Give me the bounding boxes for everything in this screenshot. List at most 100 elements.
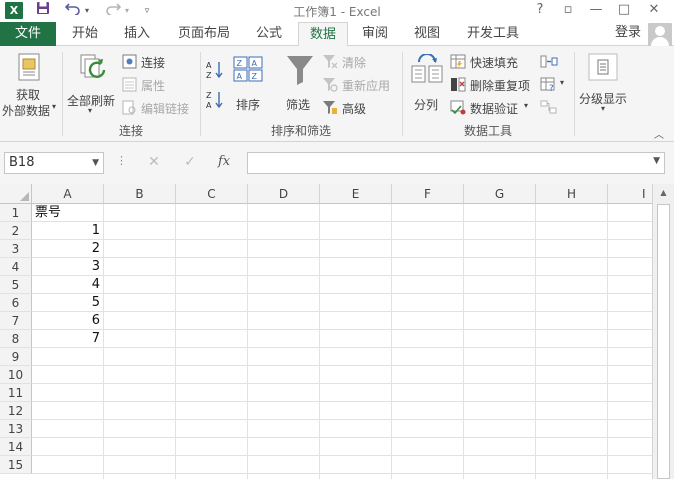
properties-button[interactable]: 属性 [122, 77, 182, 93]
row-header[interactable]: 15 [0, 456, 32, 474]
group-separator [200, 52, 201, 136]
what-if-analysis-button[interactable]: ? ▾ [540, 77, 566, 94]
insert-function-icon[interactable]: fx [218, 154, 230, 169]
edit-links-button[interactable]: 编辑链接 [122, 100, 196, 116]
chevron-down-icon: ▾ [524, 101, 529, 110]
row-header[interactable]: 11 [0, 384, 32, 402]
ribbon-data: 获取 外部数据 ▾ 全部刷新 ▾ 连接 属性 编辑链接 连接 AZ Z A Z … [0, 46, 674, 142]
select-all-button[interactable] [0, 184, 32, 204]
tab-page-layout[interactable]: 页面布局 [170, 22, 238, 46]
text-to-columns-button[interactable]: 分列 [406, 52, 446, 114]
column-header-d[interactable]: D [248, 184, 320, 204]
column-header-c[interactable]: C [176, 184, 248, 204]
svg-text:A: A [237, 72, 243, 81]
row-header[interactable]: 6 [0, 294, 32, 312]
vertical-scrollbar[interactable]: ▲ [652, 184, 674, 479]
ribbon-display-icon[interactable]: ▫ [556, 1, 580, 19]
flash-fill-button[interactable]: 快速填充 [450, 54, 530, 70]
scroll-up-icon[interactable]: ▲ [653, 184, 674, 202]
advanced-button[interactable]: 高级 [322, 100, 372, 116]
help-icon[interactable]: ? [528, 1, 552, 19]
cell-a5[interactable]: 4 [32, 276, 104, 294]
row-header[interactable]: 4 [0, 258, 32, 276]
cell-a6[interactable]: 5 [32, 294, 104, 312]
row-header[interactable]: 8 [0, 330, 32, 348]
login-link[interactable]: 登录 [615, 22, 641, 44]
flash-fill-label: 快速填充 [470, 56, 519, 70]
svg-text:A: A [206, 101, 212, 110]
row-header[interactable]: 7 [0, 312, 32, 330]
sort-button[interactable]: ZAAZ 排序 [230, 52, 266, 114]
maximize-icon[interactable]: □ [612, 1, 636, 19]
cell-a1[interactable]: 票号 [32, 204, 61, 222]
cell-a8[interactable]: 7 [32, 330, 104, 348]
name-box-value: B18 [9, 155, 35, 170]
column-header-a[interactable]: A [32, 184, 104, 204]
tab-review[interactable]: 审阅 [352, 22, 398, 46]
column-header-f[interactable]: F [392, 184, 464, 204]
row-header[interactable]: 12 [0, 402, 32, 420]
row-header[interactable]: 14 [0, 438, 32, 456]
worksheet-grid[interactable]: A B C D E F G H I 1 2 3 4 5 6 7 8 9 10 1… [0, 184, 652, 479]
advanced-label: 高级 [342, 102, 367, 116]
sort-az-button[interactable]: AZ [206, 60, 226, 82]
refresh-all-button[interactable]: 全部刷新 ▾ [66, 50, 118, 120]
column-header-b[interactable]: B [104, 184, 176, 204]
consolidate-button[interactable] [540, 54, 558, 70]
minimize-icon[interactable]: — [584, 1, 608, 19]
enter-icon[interactable]: ✓ [180, 154, 200, 170]
tab-developer[interactable]: 开发工具 [458, 22, 528, 46]
close-icon[interactable]: ✕ [642, 1, 666, 19]
tab-insert[interactable]: 插入 [114, 22, 160, 46]
column-header-i[interactable]: I [608, 184, 652, 204]
row-header[interactable]: 13 [0, 420, 32, 438]
name-box[interactable]: B18 ▼ [4, 152, 104, 174]
tab-home[interactable]: 开始 [62, 22, 108, 46]
remove-duplicates-button[interactable]: 删除重复项 [450, 77, 534, 93]
clear-filter-icon [322, 54, 338, 72]
cell-area[interactable]: 票号 1 2 3 4 5 6 7 [32, 204, 652, 479]
text-to-columns-icon [411, 53, 443, 87]
collapse-ribbon-icon[interactable]: ︿ [654, 126, 664, 141]
sort-za-button[interactable]: ZA [206, 90, 226, 112]
column-header-h[interactable]: H [536, 184, 608, 204]
column-header-e[interactable]: E [320, 184, 392, 204]
column-header-g[interactable]: G [464, 184, 536, 204]
cell-a2[interactable]: 1 [32, 222, 104, 240]
expand-formula-bar-icon[interactable]: ▼ [653, 156, 660, 166]
formula-input[interactable]: ▼ [247, 152, 665, 174]
sort-icon: ZAAZ [233, 56, 263, 85]
data-validation-button[interactable]: 数据验证 ▾ [450, 100, 534, 116]
scrollbar-thumb[interactable] [657, 204, 670, 479]
svg-text:Z: Z [237, 59, 243, 68]
tab-formulas[interactable]: 公式 [246, 22, 292, 46]
tab-file[interactable]: 文件 [0, 22, 56, 46]
connections-button[interactable]: 连接 [122, 54, 182, 70]
row-header[interactable]: 9 [0, 348, 32, 366]
row-header[interactable]: 1 [0, 204, 32, 222]
avatar[interactable] [648, 23, 672, 47]
clear-button[interactable]: 清除 [322, 54, 372, 70]
relationships-button[interactable] [540, 100, 558, 116]
cell-a7[interactable]: 6 [32, 312, 104, 330]
chevron-down-icon[interactable]: ▼ [92, 153, 99, 173]
cancel-icon[interactable]: ✕ [144, 154, 164, 170]
tab-data[interactable]: 数据 [298, 22, 348, 47]
clear-label: 清除 [342, 56, 367, 70]
tab-view[interactable]: 视图 [404, 22, 450, 46]
title-bar: X ▾ ▾ ▿ 工作簿1 - Excel ? ▫ — □ ✕ [0, 0, 674, 22]
outline-button[interactable]: 分级显示 ▾ [578, 50, 632, 120]
reapply-icon [322, 77, 338, 95]
row-header[interactable]: 10 [0, 366, 32, 384]
filter-button[interactable]: 筛选 [280, 52, 320, 114]
text-to-columns-label: 分列 [414, 98, 439, 112]
more-icon[interactable]: ⋮ [116, 154, 127, 167]
group-separator [62, 52, 63, 136]
cell-a4[interactable]: 3 [32, 258, 104, 276]
row-header[interactable]: 3 [0, 240, 32, 258]
row-header[interactable]: 5 [0, 276, 32, 294]
cell-a3[interactable]: 2 [32, 240, 104, 258]
get-external-data-button[interactable]: 获取 外部数据 ▾ [2, 50, 60, 120]
reapply-button[interactable]: 重新应用 [322, 77, 394, 93]
row-header[interactable]: 2 [0, 222, 32, 240]
